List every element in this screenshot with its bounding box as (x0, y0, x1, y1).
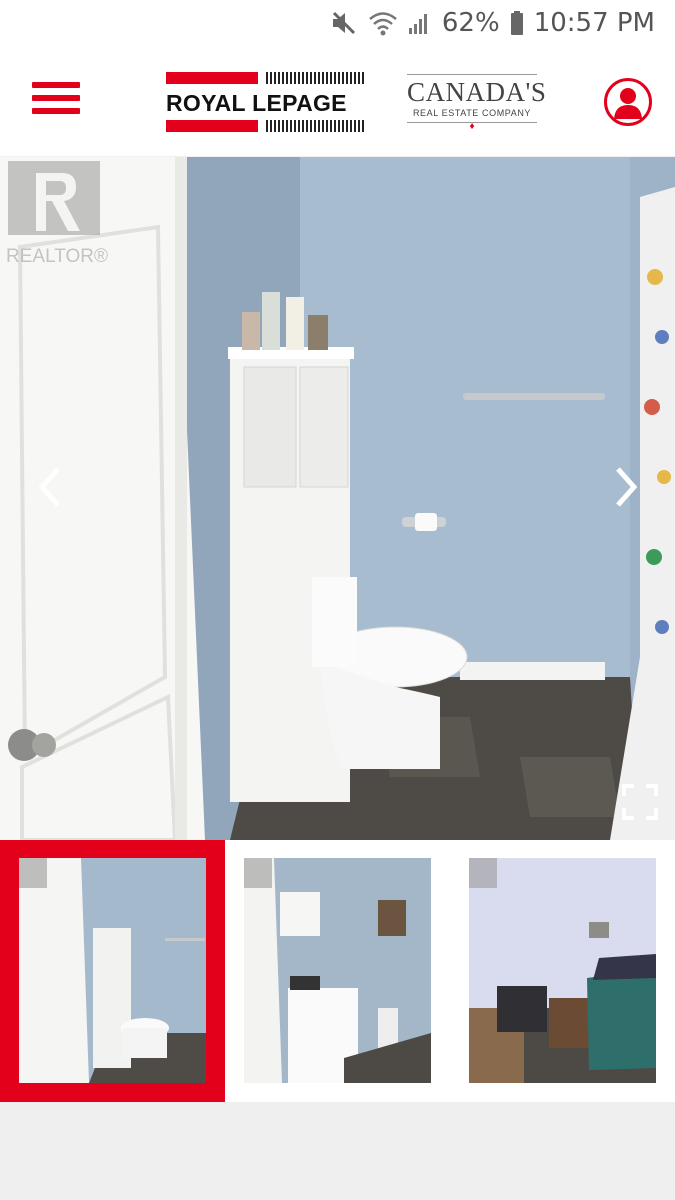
signal-icon (408, 14, 427, 34)
hamburger-menu-icon[interactable] (32, 82, 80, 120)
realtor-logo-icon (8, 161, 100, 235)
user-profile-icon[interactable] (604, 78, 652, 126)
bedroom-thumbnail-image (469, 858, 656, 1083)
bathroom-thumbnail-image (19, 858, 206, 1083)
realtor-watermark-text: REALTOR® (6, 246, 108, 267)
clock: 10:57 PM (533, 8, 655, 38)
tagline-canadas: CANADA'S (407, 74, 546, 108)
chevron-right-icon[interactable] (600, 457, 650, 517)
listing-photo[interactable]: REALTOR® (0, 157, 675, 840)
royal-lepage-logo[interactable]: ROYAL LEPAGE (166, 72, 366, 136)
status-bar: 62% 10:57 PM (0, 0, 675, 48)
thumbnail-laundry[interactable] (225, 840, 450, 1102)
brand-name: ROYAL LEPAGE (166, 90, 347, 116)
battery-icon (510, 11, 523, 35)
realtor-watermark: REALTOR® (6, 159, 111, 267)
mute-icon (332, 11, 355, 35)
brand-tagline: CANADA'S REAL ESTATE COMPANY ♦ (407, 74, 546, 134)
app-header: ROYAL LEPAGE CANADA'S REAL ESTATE COMPAN… (0, 48, 675, 156)
wifi-icon (369, 12, 397, 36)
fullscreen-expand-icon[interactable] (622, 784, 658, 820)
chevron-left-icon[interactable] (26, 457, 76, 517)
thumbnail-bathroom[interactable] (0, 840, 225, 1102)
laundry-thumbnail-image (244, 858, 431, 1083)
thumbnail-bedroom[interactable] (450, 840, 675, 1102)
footer-area (0, 1102, 675, 1200)
thumbnail-strip (0, 840, 675, 1102)
battery-percent: 62% (441, 8, 500, 38)
maple-leaf-icon: ♦ (469, 121, 475, 132)
